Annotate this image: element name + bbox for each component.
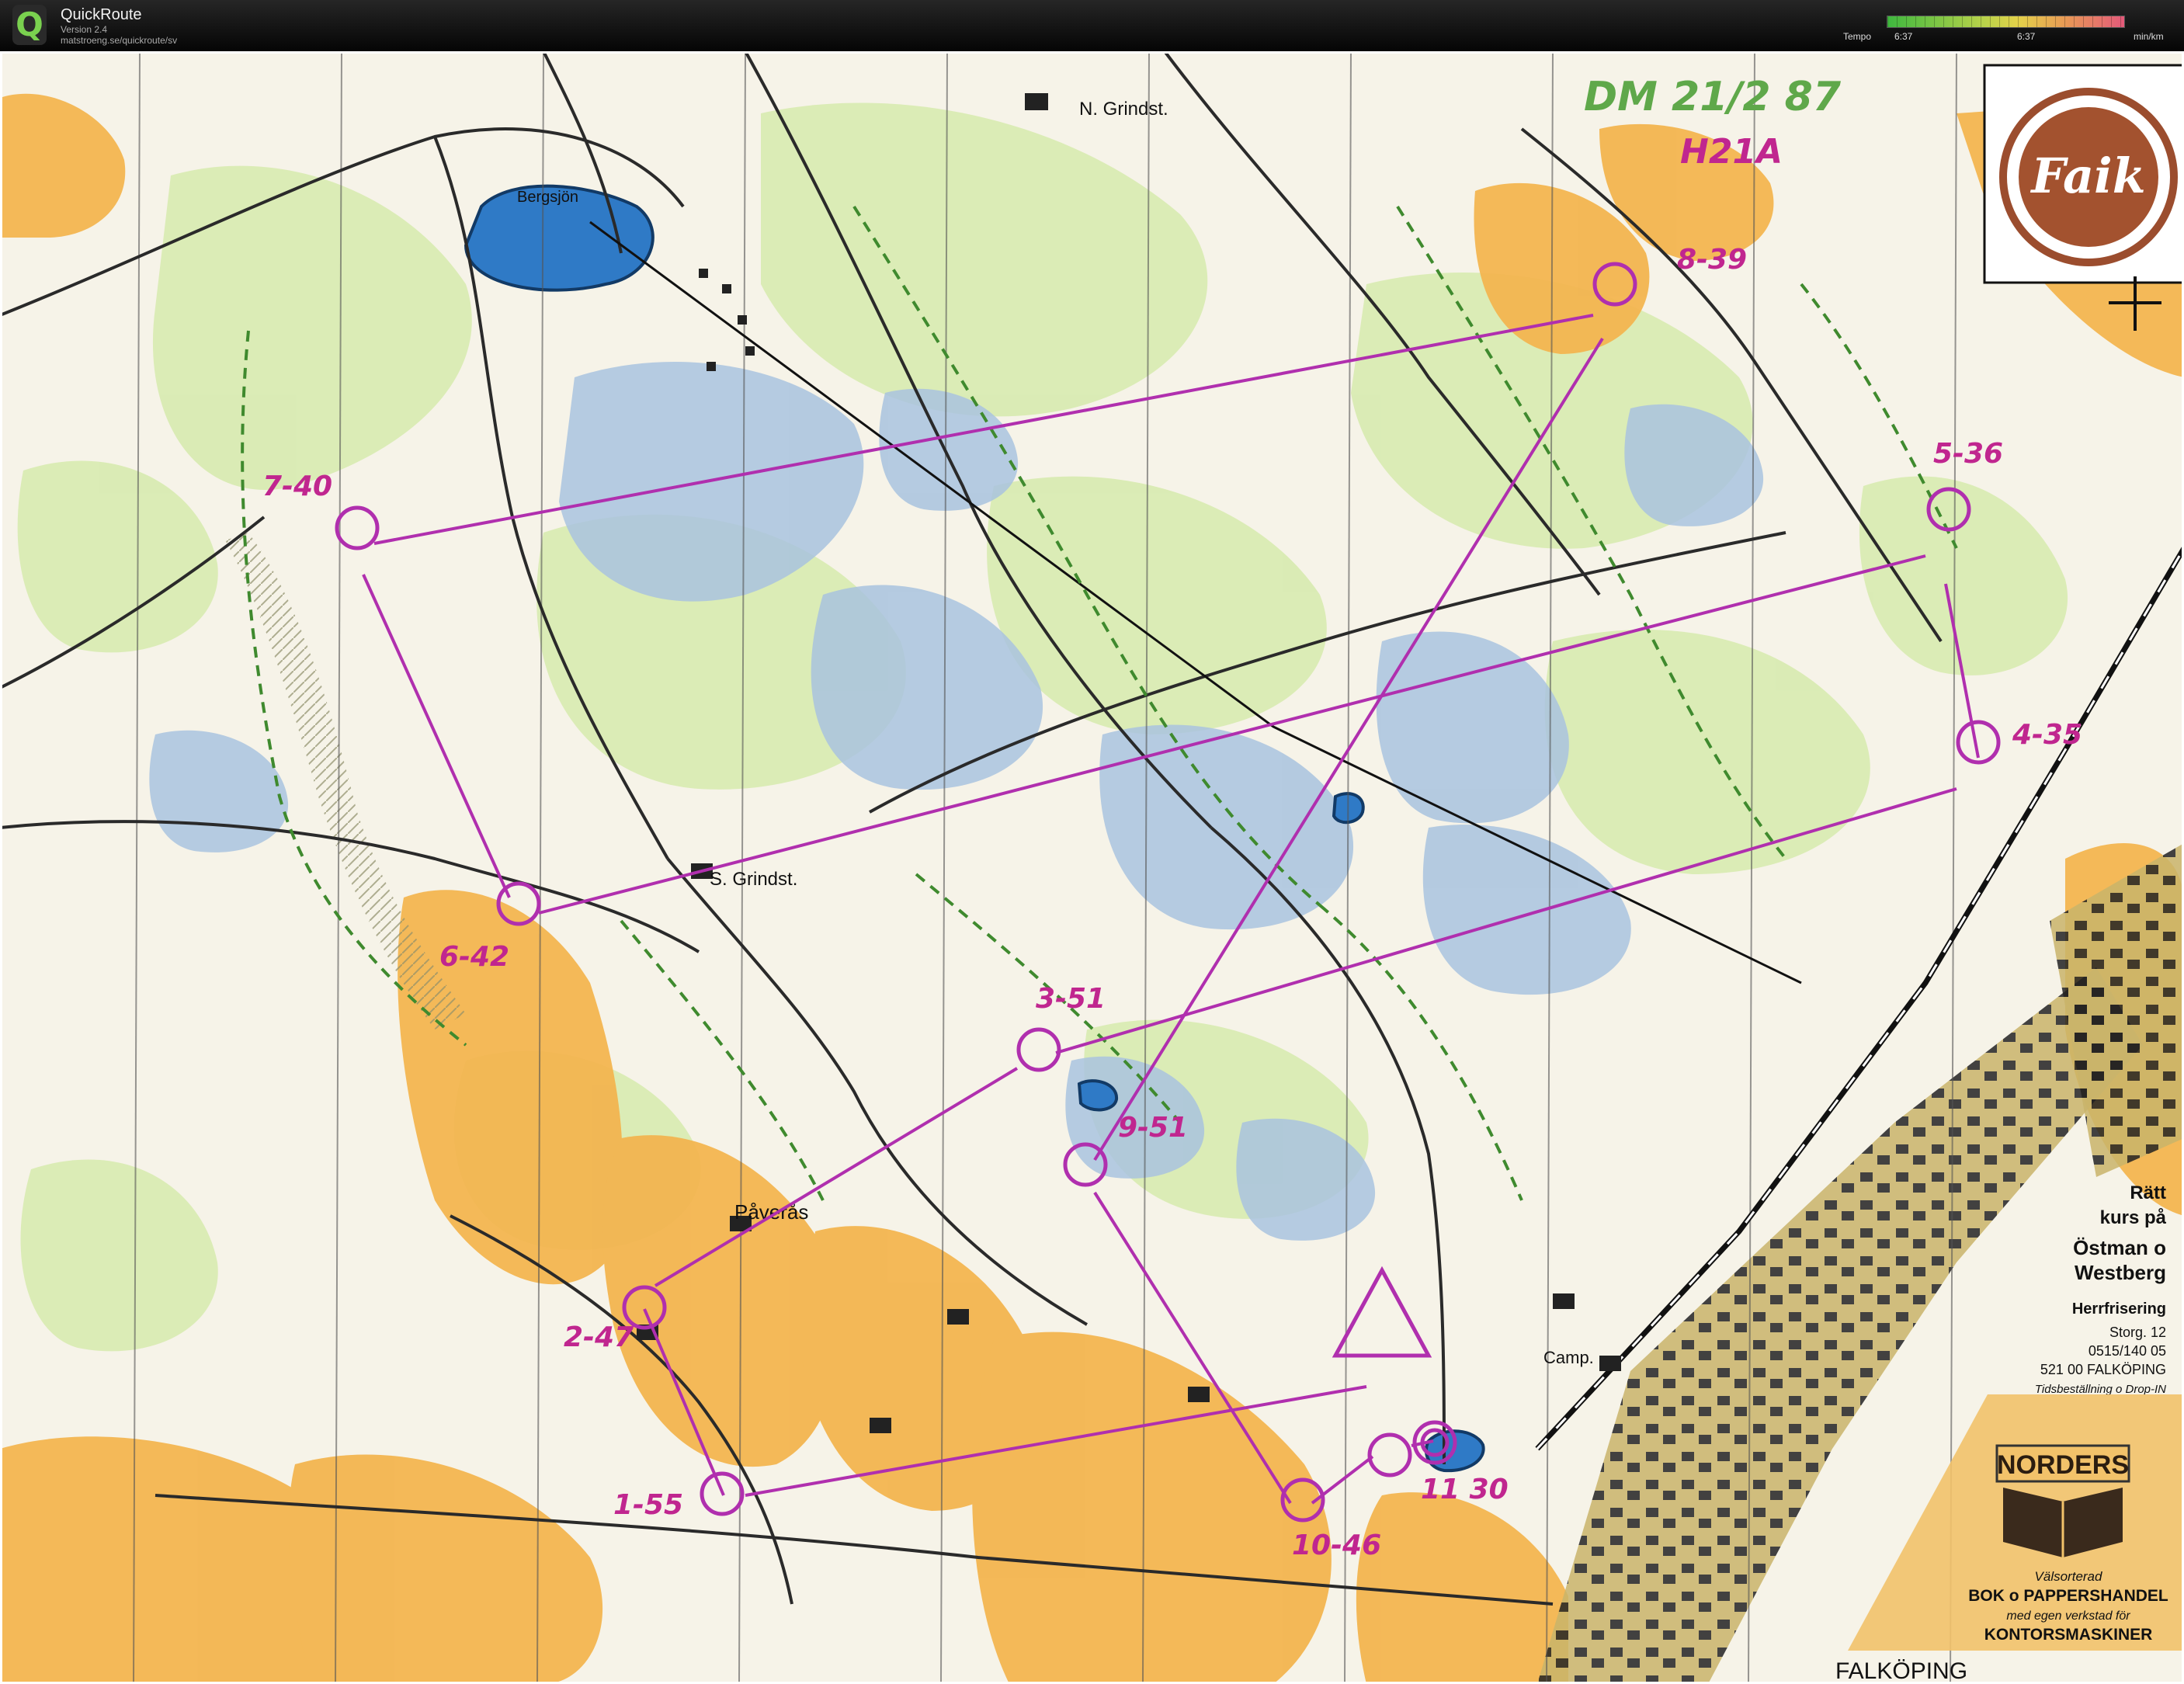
tempo-tick-left: 6:37 (1894, 31, 1913, 42)
app-version: Version 2.4 (61, 24, 108, 35)
svg-text:Herrfrisering: Herrfrisering (2072, 1300, 2166, 1318)
svg-text:KONTORSMASKINER: KONTORSMASKINER (1984, 1626, 2153, 1644)
club-logo: Faik (1983, 64, 2184, 284)
svg-text:BOK o PAPPERSHANDEL: BOK o PAPPERSHANDEL (1968, 1587, 2168, 1605)
app-name: QuickRoute (61, 6, 142, 23)
control-label-10: 10-46 (1292, 1529, 1381, 1561)
orienteering-map[interactable]: Bergsjön N. Grindst. S. Grindst. Påverås… (0, 51, 2184, 1684)
svg-text:med egen verkstad för: med egen verkstad för (2006, 1609, 2130, 1623)
label-falkoping: FALKÖPING (1835, 1658, 1967, 1684)
label-s-grindst: S. Grindst. (710, 869, 797, 890)
club-logo-text: Faik (2029, 148, 2145, 204)
control-label-8: 8-39 (1677, 244, 1747, 276)
svg-text:521 00 FALKÖPING: 521 00 FALKÖPING (2040, 1362, 2166, 1377)
control-label-5: 5-36 (1933, 438, 2003, 470)
control-label-3: 3-51 (1036, 983, 1106, 1015)
svg-text:Välsorterad: Välsorterad (2035, 1569, 2102, 1584)
control-label-9: 9-51 (1118, 1112, 1188, 1144)
control-label-6: 6-42 (439, 941, 509, 973)
svg-text:Rätt: Rätt (2130, 1182, 2166, 1203)
svg-text:Storg. 12: Storg. 12 (2109, 1325, 2166, 1340)
quickroute-logo-icon: Q (12, 5, 47, 45)
svg-text:NORDERS: NORDERS (1997, 1450, 2129, 1480)
control-label-4: 4-35 (2012, 719, 2082, 751)
label-n-grindst: N. Grindst. (1079, 99, 1168, 120)
label-paveras: Påverås (734, 1200, 808, 1224)
tempo-tick-mid: 6:37 (2017, 31, 2036, 42)
control-label-7: 7-40 (262, 470, 332, 502)
label-camp: Camp. (1543, 1348, 1594, 1367)
map-canvas[interactable]: Bergsjön N. Grindst. S. Grindst. Påverås… (0, 51, 2184, 1684)
svg-text:Östman o: Östman o (2073, 1236, 2166, 1259)
class-label: H21A (1680, 132, 1783, 172)
tempo-unit: min/km (2134, 31, 2164, 42)
control-label-2: 2-47 (564, 1321, 634, 1353)
svg-text:0515/140 05: 0515/140 05 (2089, 1343, 2166, 1359)
svg-text:Tidsbeställning o Drop-IN: Tidsbeställning o Drop-IN (2035, 1383, 2166, 1396)
label-bergsjon: Bergsjön (517, 189, 578, 206)
control-label-1: 1-55 (613, 1489, 683, 1521)
app-url[interactable]: matstroeng.se/quickroute/sv (61, 35, 177, 46)
tempo-label: Tempo (1843, 31, 1872, 42)
event-header: DM 21/2 87 (1584, 74, 1842, 120)
control-label-11: 11 30 (1421, 1474, 1509, 1505)
svg-text:kurs på: kurs på (2100, 1207, 2167, 1228)
svg-text:Westberg: Westberg (2075, 1261, 2166, 1284)
tempo-color-scale (1887, 16, 2125, 28)
title-bar: Q QuickRoute Version 2.4 matstroeng.se/q… (0, 0, 2184, 51)
